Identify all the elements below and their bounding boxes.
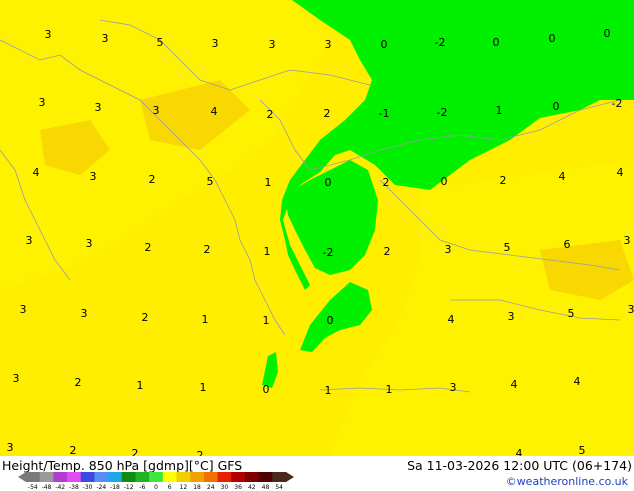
isotherm-label: -1 bbox=[379, 107, 390, 120]
isotherm-label: 4 bbox=[448, 313, 455, 326]
isotherm-label: 2 bbox=[324, 107, 331, 120]
scale-swatch bbox=[26, 472, 40, 482]
temperature-map: 3 3 5 3 3 3 0 -2 0 0 0 3 3 3 4 2 2 -1 -2 1 0 -2 4 3 2 5 1 0 2 0 2 4 4 3 3 2… bbox=[0, 0, 634, 490]
scale-swatch bbox=[272, 472, 286, 482]
isotherm-label: 0 bbox=[381, 38, 388, 51]
isotherm-label: 3 bbox=[508, 310, 515, 323]
footer-bar: Height/Temp. 850 hPa [gdmp][°C] GFS Sa 1… bbox=[0, 456, 634, 490]
scale-swatch bbox=[149, 472, 163, 482]
scale-swatch bbox=[204, 472, 218, 482]
isotherm-label: 2 bbox=[500, 174, 507, 187]
isotherm-label: 2 bbox=[75, 376, 82, 389]
scale-swatch bbox=[94, 472, 108, 482]
isotherm-label: 1 bbox=[496, 104, 503, 117]
scale-arrow-left bbox=[18, 472, 26, 482]
isotherm-label: 0 bbox=[327, 314, 334, 327]
scale-swatch bbox=[218, 472, 232, 482]
isotherm-label: 3 bbox=[450, 381, 457, 394]
isotherm-label: 5 bbox=[207, 175, 214, 188]
isotherm-label: 3 bbox=[445, 243, 452, 256]
isotherm-label: 0 bbox=[441, 175, 448, 188]
scale-swatch bbox=[67, 472, 81, 482]
isotherm-label: 4 bbox=[511, 378, 518, 391]
isotherm-label: 2 bbox=[383, 176, 390, 189]
isotherm-label: 3 bbox=[81, 307, 88, 320]
isotherm-label: -2 bbox=[323, 246, 334, 259]
scale-arrow-right bbox=[286, 472, 294, 482]
isotherm-label: 2 bbox=[142, 311, 149, 324]
scale-swatch bbox=[190, 472, 204, 482]
isotherm-label: 2 bbox=[145, 241, 152, 254]
isotherm-label: 3 bbox=[212, 37, 219, 50]
isotherm-label: 6 bbox=[564, 238, 571, 251]
isotherm-label: 0 bbox=[493, 36, 500, 49]
isotherm-label: 3 bbox=[90, 170, 97, 183]
isotherm-label: 3 bbox=[86, 237, 93, 250]
isotherm-label: 3 bbox=[7, 441, 14, 454]
scale-swatch bbox=[163, 472, 177, 482]
isotherm-label: 4 bbox=[574, 375, 581, 388]
isotherm-label: 3 bbox=[45, 28, 52, 41]
isotherm-label: 3 bbox=[269, 38, 276, 51]
isotherm-label: 0 bbox=[553, 100, 560, 113]
isotherm-label: -2 bbox=[437, 106, 448, 119]
isotherm-label: 5 bbox=[568, 307, 575, 320]
isotherm-label: -2 bbox=[612, 97, 623, 110]
scale-swatch bbox=[40, 472, 54, 482]
isotherm-label: 3 bbox=[153, 104, 160, 117]
isotherm-label: 3 bbox=[325, 38, 332, 51]
isotherm-label: 3 bbox=[624, 234, 631, 247]
isotherm-label: -2 bbox=[435, 36, 446, 49]
isotherm-label: 0 bbox=[604, 27, 611, 40]
isotherm-label: 1 bbox=[202, 313, 209, 326]
isotherm-label: 4 bbox=[33, 166, 40, 179]
chart-title: Height/Temp. 850 hPa [gdmp][°C] GFS bbox=[2, 458, 242, 473]
scale-swatch bbox=[259, 472, 273, 482]
scale-swatch bbox=[245, 472, 259, 482]
isotherm-label: 3 bbox=[39, 96, 46, 109]
isotherm-label: 3 bbox=[628, 303, 634, 316]
isotherm-label: 2 bbox=[149, 173, 156, 186]
scale-swatch bbox=[177, 472, 191, 482]
temperature-color-scale bbox=[18, 472, 294, 482]
isotherm-label: 0 bbox=[549, 32, 556, 45]
isotherm-label: 2 bbox=[267, 108, 274, 121]
isotherm-label: 3 bbox=[26, 234, 33, 247]
scale-swatch bbox=[53, 472, 67, 482]
isotherm-label: 5 bbox=[504, 241, 511, 254]
isotherm-label: 3 bbox=[102, 32, 109, 45]
isotherm-label: 1 bbox=[137, 379, 144, 392]
isotherm-label: 4 bbox=[559, 170, 566, 183]
isotherm-label: 1 bbox=[265, 176, 272, 189]
valid-time: Sa 11-03-2026 12:00 UTC (06+174) bbox=[407, 458, 632, 473]
isotherm-label: 1 bbox=[264, 245, 271, 258]
isotherm-label: 2 bbox=[204, 243, 211, 256]
isotherm-label: 2 bbox=[384, 245, 391, 258]
isotherm-label: 0 bbox=[263, 383, 270, 396]
isotherm-label: 3 bbox=[20, 303, 27, 316]
scale-swatch bbox=[122, 472, 136, 482]
scale-swatch bbox=[135, 472, 149, 482]
isotherm-label: 1 bbox=[386, 383, 393, 396]
scale-swatch bbox=[231, 472, 245, 482]
scale-swatch bbox=[81, 472, 95, 482]
scale-swatch bbox=[108, 472, 122, 482]
isotherm-label: 1 bbox=[263, 314, 270, 327]
isotherm-label: 4 bbox=[211, 105, 218, 118]
isotherm-label: 3 bbox=[13, 372, 20, 385]
isotherm-label: 1 bbox=[200, 381, 207, 394]
isotherm-label: 4 bbox=[617, 166, 624, 179]
isotherm-label: 5 bbox=[157, 36, 164, 49]
isotherm-label: 3 bbox=[95, 101, 102, 114]
isotherm-label: 0 bbox=[325, 176, 332, 189]
credit-link[interactable]: ©weatheronline.co.uk bbox=[506, 475, 628, 488]
isotherm-label: 1 bbox=[325, 384, 332, 397]
